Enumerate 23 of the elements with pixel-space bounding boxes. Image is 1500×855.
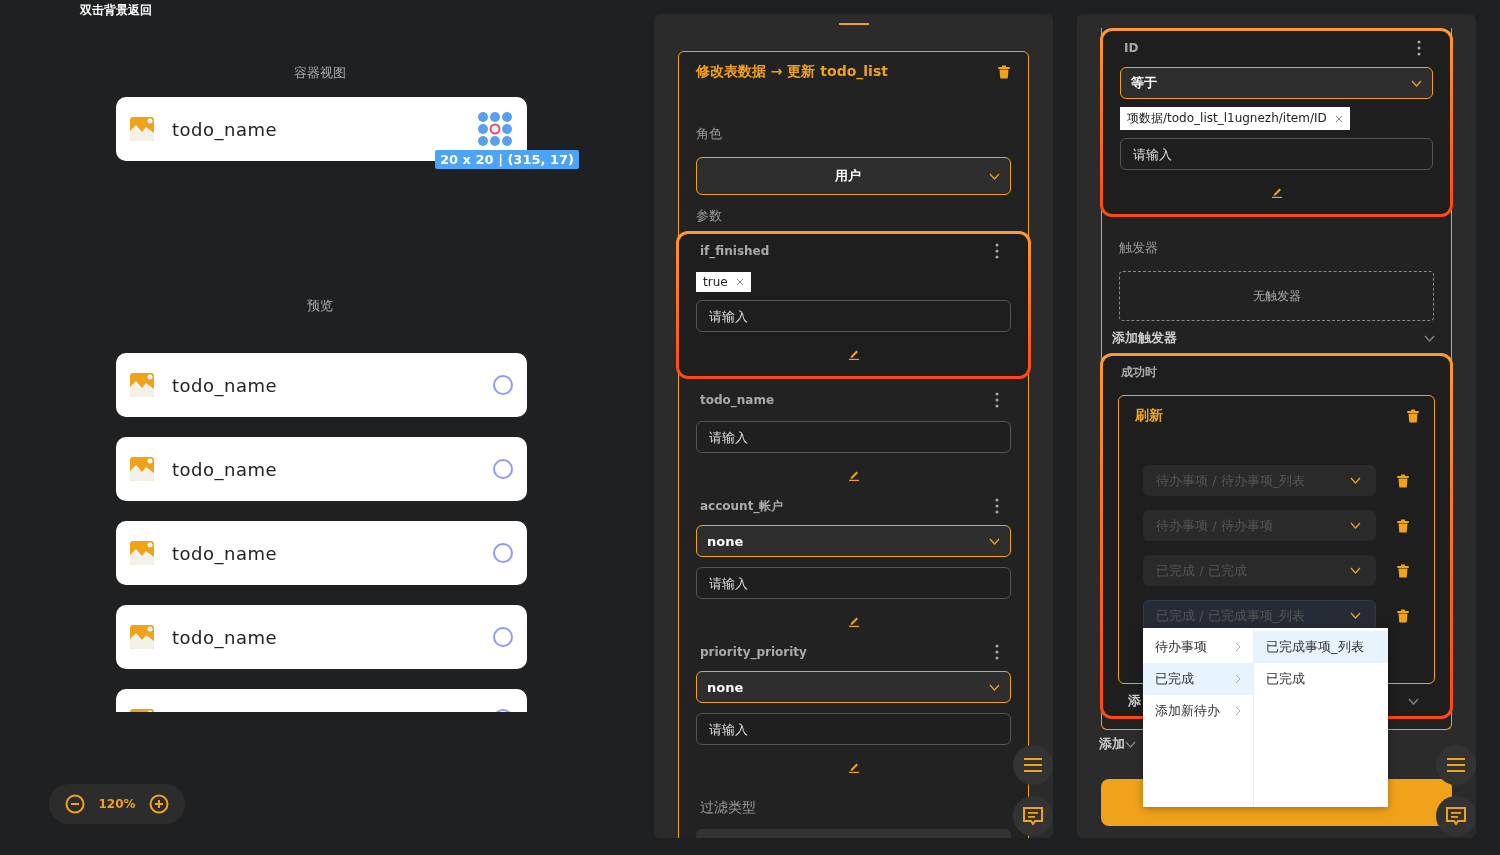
item-label: todo_name xyxy=(172,458,279,480)
param-name: account_帐户 xyxy=(700,497,784,515)
param-name: ID xyxy=(1124,41,1139,55)
empty-trigger-box: 无触发器 xyxy=(1119,271,1434,321)
field-label: 过滤类型 xyxy=(699,799,757,817)
zoom-level: 120% xyxy=(98,797,136,811)
field-label: 角色 xyxy=(696,125,723,143)
hint-text: 双击背景返回 xyxy=(80,2,153,18)
field-label: 触发器 xyxy=(1119,239,1159,257)
field-label: 成功时 xyxy=(1120,364,1158,381)
action-title: 修改表数据 → 更新 todo_list xyxy=(696,63,888,81)
param-name: if_finished xyxy=(700,244,770,258)
section-title: 预览 xyxy=(306,297,334,315)
param-name: todo_name xyxy=(700,393,775,407)
item-label: todo_name xyxy=(172,542,279,564)
action-title: 刷新 xyxy=(1135,407,1163,425)
item-label: todo_name xyxy=(172,374,279,396)
size-tooltip: 20 x 20 | (315, 17) xyxy=(435,150,579,169)
item-label: todo_name xyxy=(172,626,279,648)
item-label: todo_name xyxy=(172,118,279,140)
section-title: 容器视图 xyxy=(293,64,347,82)
field-label: 参数 xyxy=(696,207,723,225)
param-name: priority_priority xyxy=(700,645,807,659)
